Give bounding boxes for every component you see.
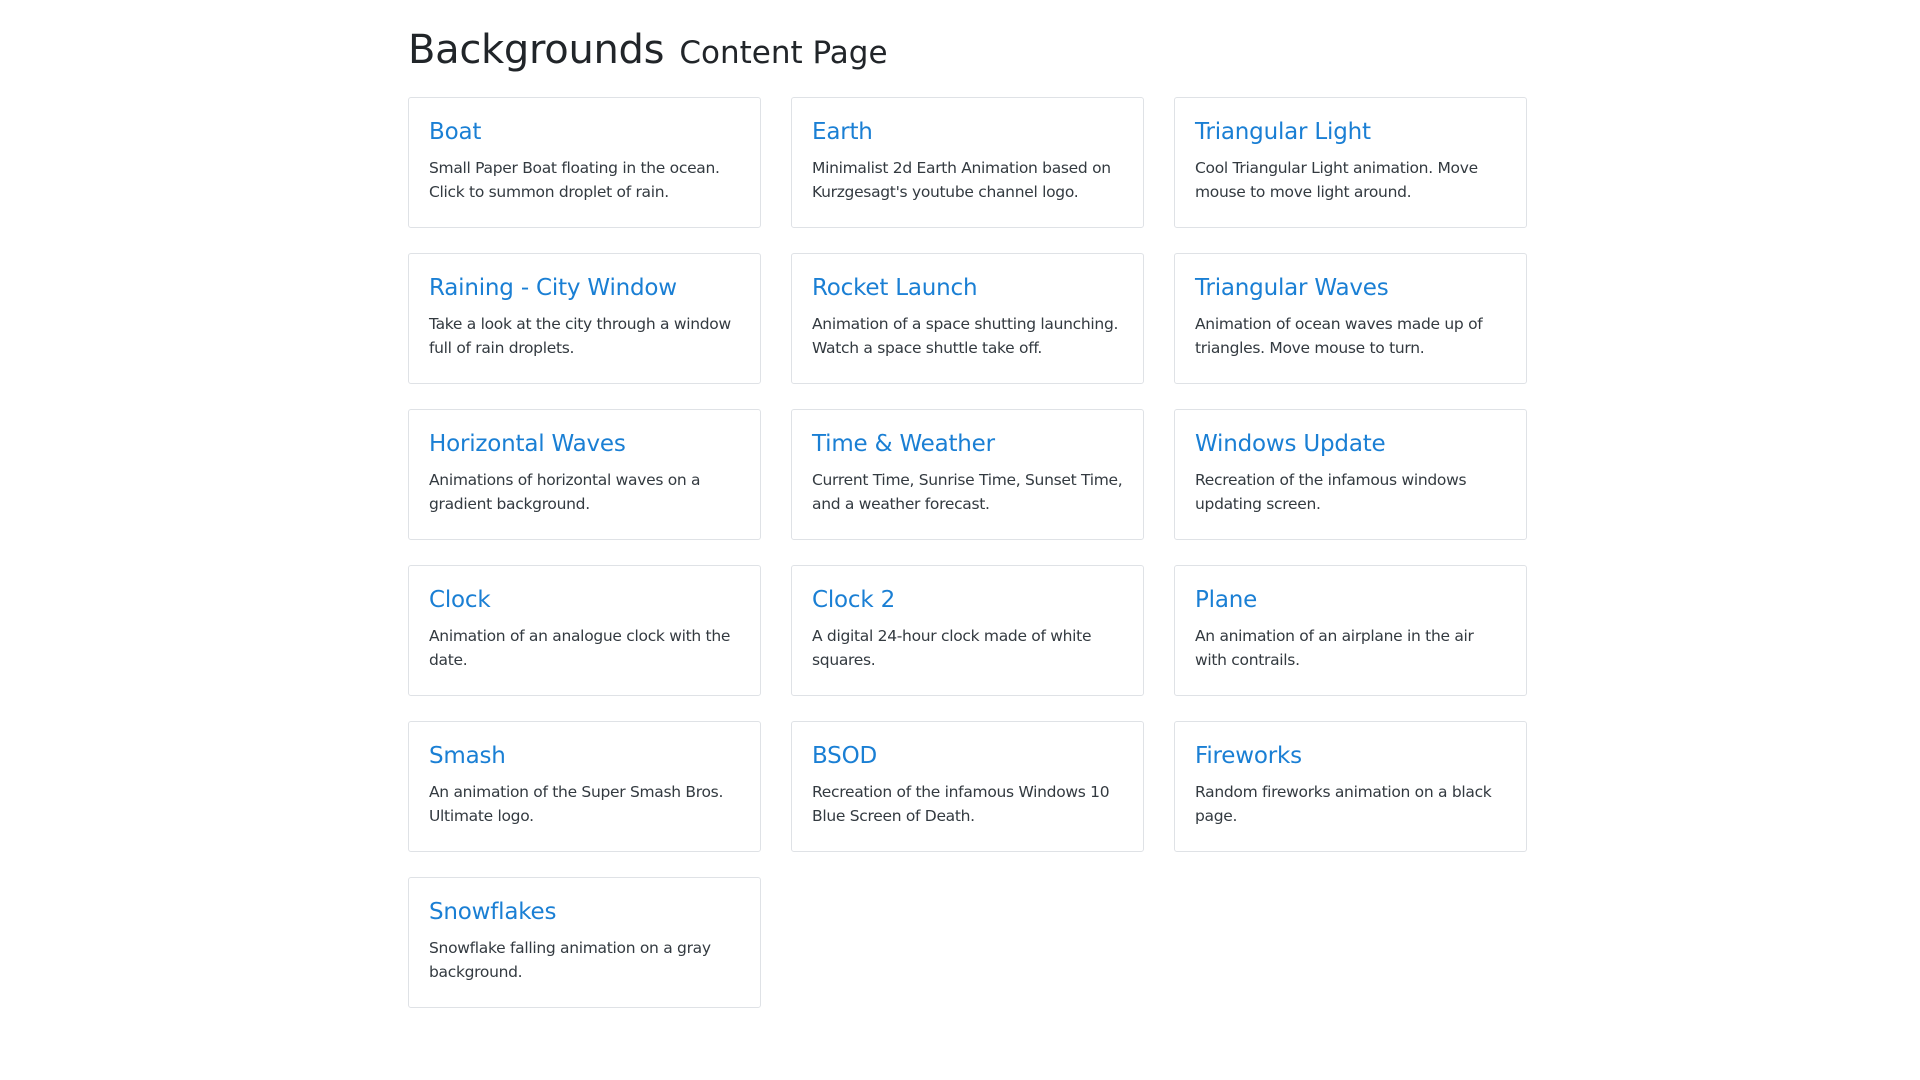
card-plane[interactable]: Plane An animation of an airplane in the… (1174, 565, 1527, 696)
card-triangular-light[interactable]: Triangular Light Cool Triangular Light a… (1174, 97, 1527, 228)
card-title-link[interactable]: Smash (429, 741, 740, 771)
card-triangular-waves[interactable]: Triangular Waves Animation of ocean wave… (1174, 253, 1527, 384)
card-description: Random fireworks animation on a black pa… (1195, 783, 1492, 825)
card-title-link[interactable]: Rocket Launch (812, 273, 1123, 303)
card-description: Cool Triangular Light animation. Move mo… (1195, 159, 1478, 201)
content-page: Backgrounds Content Page Boat Small Pape… (408, 0, 1527, 1008)
card-description: Animation of ocean waves made up of tria… (1195, 315, 1483, 357)
page-subtitle: Content Page (679, 35, 888, 71)
card-grid: Boat Small Paper Boat floating in the oc… (408, 97, 1527, 1008)
card-description: Snowflake falling animation on a gray ba… (429, 939, 711, 981)
card-bsod[interactable]: BSOD Recreation of the infamous Windows … (791, 721, 1144, 852)
card-clock[interactable]: Clock Animation of an analogue clock wit… (408, 565, 761, 696)
card-horizontal-waves[interactable]: Horizontal Waves Animations of horizonta… (408, 409, 761, 540)
card-title-link[interactable]: BSOD (812, 741, 1123, 771)
card-earth[interactable]: Earth Minimalist 2d Earth Animation base… (791, 97, 1144, 228)
card-title-link[interactable]: Time & Weather (812, 429, 1123, 459)
card-clock-2[interactable]: Clock 2 A digital 24-hour clock made of … (791, 565, 1144, 696)
card-title-link[interactable]: Triangular Light (1195, 117, 1506, 147)
page-header: Backgrounds Content Page (408, 0, 1526, 73)
card-description: Animations of horizontal waves on a grad… (429, 471, 701, 513)
card-smash[interactable]: Smash An animation of the Super Smash Br… (408, 721, 761, 852)
card-raining-city-window[interactable]: Raining - City Window Take a look at the… (408, 253, 761, 384)
card-title-link[interactable]: Clock 2 (812, 585, 1123, 615)
card-description: An animation of the Super Smash Bros. Ul… (429, 783, 724, 825)
card-windows-update[interactable]: Windows Update Recreation of the infamou… (1174, 409, 1527, 540)
card-snowflakes[interactable]: Snowflakes Snowflake falling animation o… (408, 877, 761, 1008)
card-fireworks[interactable]: Fireworks Random fireworks animation on … (1174, 721, 1527, 852)
card-title-link[interactable]: Triangular Waves (1195, 273, 1506, 303)
card-description: An animation of an airplane in the air w… (1195, 627, 1474, 669)
card-description: Minimalist 2d Earth Animation based on K… (812, 159, 1111, 201)
card-title-link[interactable]: Raining - City Window (429, 273, 740, 303)
card-time-weather[interactable]: Time & Weather Current Time, Sunrise Tim… (791, 409, 1144, 540)
card-description: Animation of an analogue clock with the … (429, 627, 731, 669)
card-description: Current Time, Sunrise Time, Sunset Time,… (812, 471, 1123, 513)
card-description: Recreation of the infamous Windows 10 Bl… (812, 783, 1110, 825)
card-description: Recreation of the infamous windows updat… (1195, 471, 1467, 513)
page-title: Backgrounds (408, 27, 665, 73)
card-boat[interactable]: Boat Small Paper Boat floating in the oc… (408, 97, 761, 228)
card-title-link[interactable]: Horizontal Waves (429, 429, 740, 459)
card-description: Animation of a space shutting launching.… (812, 315, 1119, 357)
card-rocket-launch[interactable]: Rocket Launch Animation of a space shutt… (791, 253, 1144, 384)
card-title-link[interactable]: Plane (1195, 585, 1506, 615)
card-description: Take a look at the city through a window… (429, 315, 731, 357)
card-description: A digital 24-hour clock made of white sq… (812, 627, 1092, 669)
card-title-link[interactable]: Clock (429, 585, 740, 615)
card-title-link[interactable]: Snowflakes (429, 897, 740, 927)
card-description: Small Paper Boat floating in the ocean. … (429, 159, 720, 201)
card-title-link[interactable]: Earth (812, 117, 1123, 147)
card-title-link[interactable]: Windows Update (1195, 429, 1506, 459)
card-title-link[interactable]: Fireworks (1195, 741, 1506, 771)
card-title-link[interactable]: Boat (429, 117, 740, 147)
